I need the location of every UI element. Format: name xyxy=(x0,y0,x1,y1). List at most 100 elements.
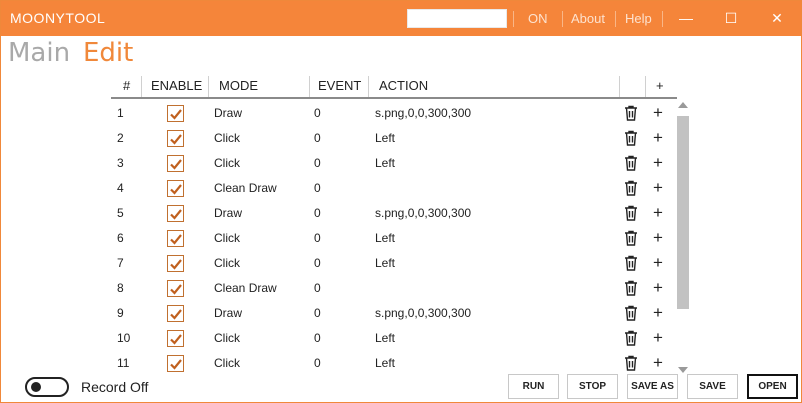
trash-icon[interactable] xyxy=(624,230,638,246)
trash-icon[interactable] xyxy=(624,155,638,171)
row-event[interactable]: 0 xyxy=(314,306,321,320)
table-row[interactable]: 6 Click 0 Left + xyxy=(111,226,677,251)
save-button[interactable]: SAVE xyxy=(687,374,738,399)
title-search-input[interactable] xyxy=(407,9,507,28)
table-row[interactable]: 5 Draw 0 s.png,0,0,300,300 + xyxy=(111,201,677,226)
close-button[interactable]: ✕ xyxy=(766,7,788,29)
maximize-button[interactable]: ☐ xyxy=(720,7,742,29)
save-as-button[interactable]: SAVE AS xyxy=(627,374,678,399)
header-mode[interactable]: MODE xyxy=(219,78,258,93)
scroll-down-arrow-icon[interactable] xyxy=(678,367,688,373)
minimize-button[interactable]: — xyxy=(675,7,697,29)
tab-main[interactable]: Main xyxy=(8,38,70,68)
enable-checkbox[interactable] xyxy=(167,255,184,272)
open-button[interactable]: OPEN xyxy=(747,374,798,399)
insert-row-plus-icon[interactable]: + xyxy=(653,254,663,271)
row-mode[interactable]: Click xyxy=(214,256,240,270)
insert-row-plus-icon[interactable]: + xyxy=(653,129,663,146)
header-action[interactable]: ACTION xyxy=(379,78,428,93)
row-mode[interactable]: Clean Draw xyxy=(214,281,277,295)
table-row[interactable]: 10 Click 0 Left + xyxy=(111,326,677,351)
tab-edit[interactable]: Edit xyxy=(83,38,133,68)
enable-checkbox[interactable] xyxy=(167,305,184,322)
enable-checkbox[interactable] xyxy=(167,155,184,172)
trash-icon[interactable] xyxy=(624,205,638,221)
table-row[interactable]: 4 Clean Draw 0 + xyxy=(111,176,677,201)
insert-row-plus-icon[interactable]: + xyxy=(653,304,663,321)
table-row[interactable]: 11 Click 0 Left + xyxy=(111,351,677,374)
insert-row-plus-icon[interactable]: + xyxy=(653,279,663,296)
row-event[interactable]: 0 xyxy=(314,281,321,295)
row-mode[interactable]: Click xyxy=(214,356,240,370)
row-mode[interactable]: Click xyxy=(214,156,240,170)
header-add-button[interactable]: + xyxy=(656,78,664,93)
insert-row-plus-icon[interactable]: + xyxy=(653,329,663,346)
row-action[interactable]: Left xyxy=(375,331,395,345)
row-event[interactable]: 0 xyxy=(314,256,321,270)
insert-row-plus-icon[interactable]: + xyxy=(653,204,663,221)
row-mode[interactable]: Clean Draw xyxy=(214,181,277,195)
row-event[interactable]: 0 xyxy=(314,356,321,370)
trash-icon[interactable] xyxy=(624,180,638,196)
insert-row-plus-icon[interactable]: + xyxy=(653,104,663,121)
row-mode[interactable]: Click xyxy=(214,231,240,245)
header-enable[interactable]: ENABLE xyxy=(151,78,202,93)
stop-button[interactable]: STOP xyxy=(567,374,618,399)
table-row[interactable]: 7 Click 0 Left + xyxy=(111,251,677,276)
trash-icon[interactable] xyxy=(624,330,638,346)
row-event[interactable]: 0 xyxy=(314,131,321,145)
header-event[interactable]: EVENT xyxy=(318,78,361,93)
on-link[interactable]: ON xyxy=(528,11,548,26)
insert-row-plus-icon[interactable]: + xyxy=(653,354,663,371)
trash-icon[interactable] xyxy=(624,305,638,321)
row-mode[interactable]: Draw xyxy=(214,206,242,220)
row-action[interactable]: s.png,0,0,300,300 xyxy=(375,106,471,120)
insert-row-plus-icon[interactable]: + xyxy=(653,229,663,246)
insert-row-plus-icon[interactable]: + xyxy=(653,179,663,196)
row-event[interactable]: 0 xyxy=(314,181,321,195)
trash-icon[interactable] xyxy=(624,355,638,371)
trash-icon[interactable] xyxy=(624,280,638,296)
enable-checkbox[interactable] xyxy=(167,130,184,147)
row-action[interactable]: Left xyxy=(375,156,395,170)
row-action[interactable]: s.png,0,0,300,300 xyxy=(375,306,471,320)
row-event[interactable]: 0 xyxy=(314,331,321,345)
table-scrollbar[interactable] xyxy=(677,102,689,374)
row-action[interactable]: Left xyxy=(375,131,395,145)
trash-icon[interactable] xyxy=(624,105,638,121)
record-toggle[interactable] xyxy=(25,377,69,397)
row-event[interactable]: 0 xyxy=(314,206,321,220)
about-link[interactable]: About xyxy=(571,11,605,26)
table-row[interactable]: 1 Draw 0 s.png,0,0,300,300 + xyxy=(111,101,677,126)
scroll-thumb[interactable] xyxy=(677,116,689,309)
enable-checkbox[interactable] xyxy=(167,330,184,347)
insert-row-plus-icon[interactable]: + xyxy=(653,154,663,171)
row-event[interactable]: 0 xyxy=(314,156,321,170)
row-action[interactable]: Left xyxy=(375,356,395,370)
trash-icon[interactable] xyxy=(624,130,638,146)
scroll-up-arrow-icon[interactable] xyxy=(678,102,688,108)
enable-checkbox[interactable] xyxy=(167,105,184,122)
enable-checkbox[interactable] xyxy=(167,280,184,297)
row-mode[interactable]: Draw xyxy=(214,306,242,320)
row-mode[interactable]: Click xyxy=(214,131,240,145)
enable-checkbox[interactable] xyxy=(167,205,184,222)
header-number[interactable]: # xyxy=(123,78,130,93)
run-button[interactable]: RUN xyxy=(508,374,559,399)
row-event[interactable]: 0 xyxy=(314,231,321,245)
row-mode[interactable]: Click xyxy=(214,331,240,345)
row-action[interactable]: s.png,0,0,300,300 xyxy=(375,206,471,220)
trash-icon[interactable] xyxy=(624,255,638,271)
row-action[interactable]: Left xyxy=(375,256,395,270)
table-row[interactable]: 2 Click 0 Left + xyxy=(111,126,677,151)
row-mode[interactable]: Draw xyxy=(214,106,242,120)
row-event[interactable]: 0 xyxy=(314,106,321,120)
row-action[interactable]: Left xyxy=(375,231,395,245)
table-row[interactable]: 8 Clean Draw 0 + xyxy=(111,276,677,301)
table-row[interactable]: 3 Click 0 Left + xyxy=(111,151,677,176)
enable-checkbox[interactable] xyxy=(167,180,184,197)
help-link[interactable]: Help xyxy=(625,11,652,26)
table-row[interactable]: 9 Draw 0 s.png,0,0,300,300 + xyxy=(111,301,677,326)
enable-checkbox[interactable] xyxy=(167,230,184,247)
enable-checkbox[interactable] xyxy=(167,355,184,372)
